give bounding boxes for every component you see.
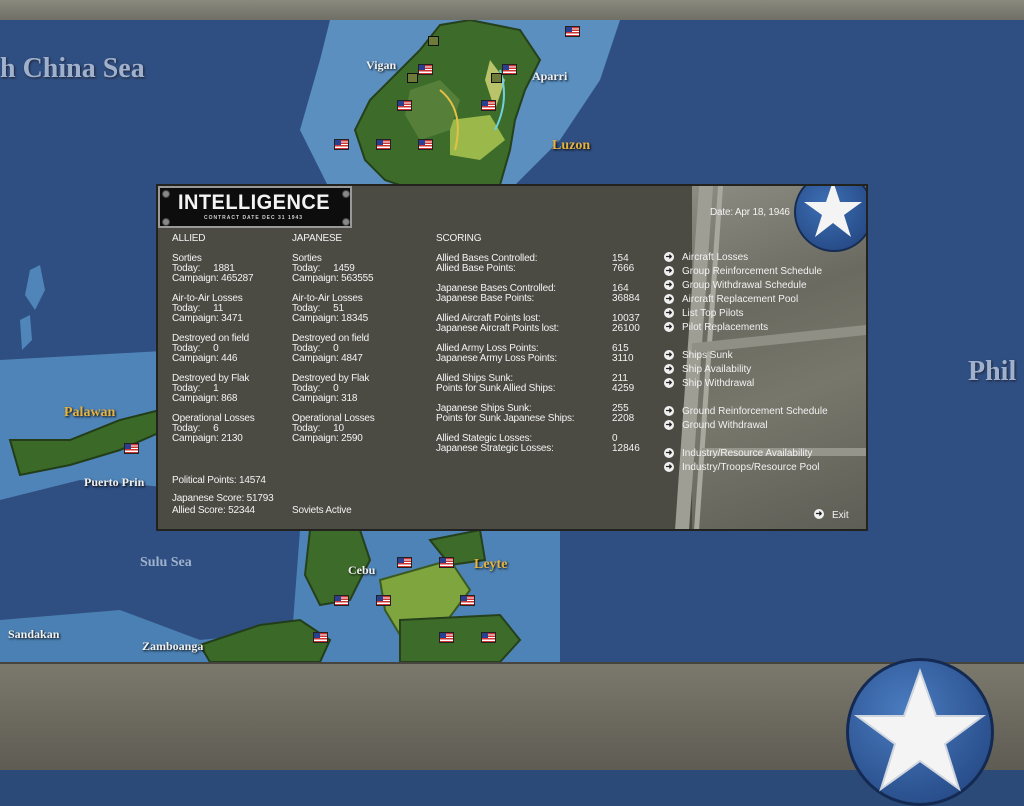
map-label-cebu: Cebu	[348, 563, 376, 577]
link-arrow-icon[interactable]: ➜	[664, 462, 674, 472]
date-display: Date: Apr 18, 1946	[710, 207, 790, 218]
intelligence-panel: INTELLIGENCE CONTRACT DATE DEC 31 1943 D…	[156, 184, 868, 531]
allied-base-flag[interactable]	[481, 632, 496, 643]
link-arrow-icon[interactable]: ➜	[664, 266, 674, 276]
allied-base-flag[interactable]	[334, 139, 349, 150]
allied-base-flag[interactable]	[565, 26, 580, 37]
exit-arrow-icon[interactable]: ➜	[814, 509, 824, 519]
map-label-leyte: Leyte	[474, 557, 508, 572]
scoring-row-value: 4259	[612, 383, 635, 394]
map-label-sandakan: Sandakan	[8, 627, 60, 641]
ground-unit-icon[interactable]	[407, 73, 418, 83]
allied-a2a-campaign: Campaign: 3471	[172, 313, 243, 324]
scoring-row-value: 2208	[612, 413, 635, 424]
link-arrow-icon[interactable]: ➜	[664, 280, 674, 290]
scoring-row-label: Points for Sunk Allied Ships:	[436, 383, 556, 394]
link-ships-sunk[interactable]: Ships Sunk	[682, 351, 733, 361]
link-pilot-replacements[interactable]: Pilot Replacements	[682, 323, 768, 333]
scoring-row-value: 3110	[612, 353, 634, 364]
ground-unit-icon[interactable]	[428, 36, 439, 46]
map-label-palawan: Palawan	[64, 405, 116, 420]
scoring-row-label: Japanese Strategic Losses:	[436, 443, 554, 454]
scoring-row-value: 12846	[612, 443, 640, 454]
panel-subtitle: CONTRACT DATE DEC 31 1943	[204, 215, 304, 221]
link-aircraft-replacement-pool[interactable]: Aircraft Replacement Pool	[682, 295, 798, 305]
japanese-a2a-campaign: Campaign: 18345	[292, 313, 368, 324]
scoring-header: SCORING	[436, 233, 482, 244]
link-arrow-icon[interactable]: ➜	[664, 420, 674, 430]
japanese-ops-campaign: Campaign: 2590	[292, 433, 363, 444]
link-ship-withdrawal[interactable]: Ship Withdrawal	[682, 379, 754, 389]
japanese-score: Japanese Score: 51793	[172, 493, 274, 504]
link-list-top-pilots[interactable]: List Top Pilots	[682, 309, 744, 319]
allied-base-flag[interactable]	[439, 557, 454, 568]
map-label-luzon: Luzon	[552, 138, 591, 153]
link-arrow-icon[interactable]: ➜	[664, 350, 674, 360]
allied-base-flag[interactable]	[124, 443, 139, 454]
ground-unit-icon[interactable]	[491, 73, 502, 83]
map-label-vigan: Vigan	[366, 58, 397, 72]
allied-base-flag[interactable]	[313, 632, 328, 643]
scoring-row-label: Allied Base Points:	[436, 263, 516, 274]
japanese-header: JAPANESE	[292, 233, 342, 244]
link-industry-resource-availability[interactable]: Industry/Resource Availability	[682, 449, 812, 459]
scoring-row-value: 26100	[612, 323, 640, 334]
link-arrow-icon[interactable]: ➜	[664, 322, 674, 332]
allied-base-flag[interactable]	[334, 595, 349, 606]
scoring-row-value: 36884	[612, 293, 640, 304]
link-ground-withdrawal[interactable]: Ground Withdrawal	[682, 421, 768, 431]
map-label-sea-north: h China Sea	[0, 53, 145, 84]
scoring-row-label: Japanese Army Loss Points:	[436, 353, 557, 364]
link-arrow-icon[interactable]: ➜	[664, 406, 674, 416]
exit-button[interactable]: Exit	[832, 511, 849, 521]
japanese-dof-campaign: Campaign: 4847	[292, 353, 363, 364]
allied-ops-campaign: Campaign: 2130	[172, 433, 243, 444]
allied-base-flag[interactable]	[376, 139, 391, 150]
link-group-withdrawal-schedule[interactable]: Group Withdrawal Schedule	[682, 281, 807, 291]
link-ground-reinforcement-schedule[interactable]: Ground Reinforcement Schedule	[682, 407, 828, 417]
map-label-zamboanga: Zamboanga	[142, 639, 204, 653]
scoring-row-label: Japanese Base Points:	[436, 293, 535, 304]
panel-title: INTELLIGENCE	[178, 191, 331, 214]
allied-base-flag[interactable]	[397, 100, 412, 111]
allied-base-flag[interactable]	[460, 595, 475, 606]
japanese-flak-campaign: Campaign: 318	[292, 393, 358, 404]
intelligence-title-banner: INTELLIGENCE CONTRACT DATE DEC 31 1943	[158, 186, 352, 228]
link-arrow-icon[interactable]: ➜	[664, 294, 674, 304]
allied-base-flag[interactable]	[376, 595, 391, 606]
link-arrow-icon[interactable]: ➜	[664, 252, 674, 262]
link-aircraft-losses[interactable]: Aircraft Losses	[682, 253, 748, 263]
allied-flak-campaign: Campaign: 868	[172, 393, 238, 404]
map-label-sulu-sea: Sulu Sea	[140, 555, 192, 570]
link-arrow-icon[interactable]: ➜	[664, 308, 674, 318]
allied-score: Allied Score: 52344	[172, 505, 255, 516]
allied-base-flag[interactable]	[502, 64, 517, 75]
allied-base-flag[interactable]	[418, 64, 433, 75]
map-label-philippines: Phil	[968, 356, 1017, 387]
top-bar	[0, 0, 1024, 21]
japanese-sorties-campaign: Campaign: 563555	[292, 273, 374, 284]
map-label-puerto-princesa: Puerto Prin	[84, 475, 145, 489]
allied-base-flag[interactable]	[418, 139, 433, 150]
allied-star-emblem-icon	[846, 658, 994, 806]
map-label-aparri: Aparri	[532, 69, 568, 83]
link-group-reinforcement-schedule[interactable]: Group Reinforcement Schedule	[682, 267, 822, 277]
link-arrow-icon[interactable]: ➜	[664, 364, 674, 374]
allied-base-flag[interactable]	[397, 557, 412, 568]
allied-dof-campaign: Campaign: 446	[172, 353, 238, 364]
allied-base-flag[interactable]	[439, 632, 454, 643]
link-industry-troops-resource-pool[interactable]: Industry/Troops/Resource Pool	[682, 463, 819, 473]
allied-sorties-campaign: Campaign: 465287	[172, 273, 254, 284]
link-arrow-icon[interactable]: ➜	[664, 448, 674, 458]
scoring-row-value: 7666	[612, 263, 635, 274]
link-ship-availability[interactable]: Ship Availability	[682, 365, 751, 375]
allied-header: ALLIED	[172, 233, 206, 244]
link-arrow-icon[interactable]: ➜	[664, 378, 674, 388]
political-points: Political Points: 14574	[172, 475, 266, 486]
scoring-row-label: Japanese Aircraft Points lost:	[436, 323, 559, 334]
allied-base-flag[interactable]	[481, 100, 496, 111]
scoring-row-label: Points for Sunk Japanese Ships:	[436, 413, 575, 424]
soviets-status: Soviets Active	[292, 505, 352, 516]
